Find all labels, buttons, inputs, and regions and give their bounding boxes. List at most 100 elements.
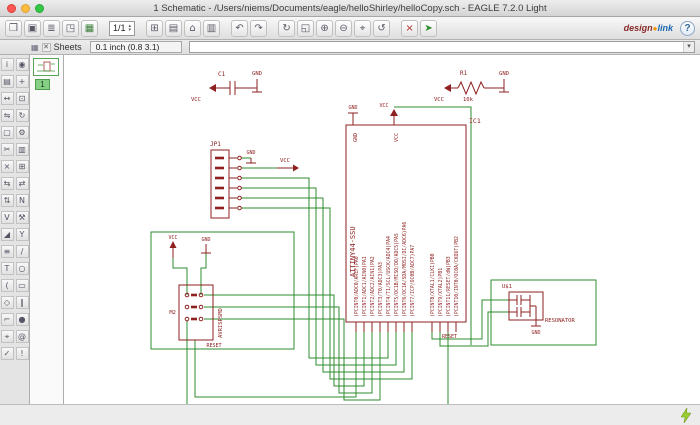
- invoke-icon[interactable]: ≡: [0, 245, 14, 258]
- zoom-button[interactable]: [35, 4, 44, 13]
- net-wire[interactable]: [204, 306, 373, 394]
- schematic-label[interactable]: (PCINT6/OC1A/SDA/MOSI/DI/ADC6)PA6: [402, 222, 408, 317]
- save-icon[interactable]: ▣: [24, 19, 41, 37]
- resonator-body[interactable]: [508, 291, 544, 321]
- schematic-label[interactable]: VCC: [379, 103, 388, 109]
- m2-ref[interactable]: M2: [169, 310, 176, 316]
- schematic-label[interactable]: 10k: [463, 97, 474, 103]
- redraw-icon[interactable]: ↻: [278, 19, 296, 37]
- ic1-ref[interactable]: IC1: [469, 117, 481, 125]
- delete-icon[interactable]: ×: [0, 160, 14, 173]
- component-resonator[interactable]: U$1 GND RESONATOR: [502, 284, 575, 336]
- symbol-shape[interactable]: [237, 195, 242, 201]
- miter-icon[interactable]: ◢: [0, 228, 14, 241]
- attribute-icon[interactable]: @: [15, 330, 29, 343]
- stop-icon[interactable]: ×: [401, 19, 419, 37]
- schematic-label[interactable]: GND: [531, 330, 540, 336]
- tab-sheets[interactable]: Sheets: [54, 42, 87, 52]
- schematic-label[interactable]: (PCINT5/OC1B/MISO/DO/ADC5)PA5: [394, 233, 400, 317]
- zoom-fit-icon[interactable]: ◱: [297, 19, 315, 37]
- close-button[interactable]: [7, 4, 16, 13]
- symbol-shape[interactable]: [237, 165, 242, 171]
- symbol-shape[interactable]: [237, 205, 242, 211]
- schematic-label[interactable]: (PCINT8/XTAL1/CLKI)PB0: [430, 253, 436, 317]
- m2-body[interactable]: [178, 284, 214, 341]
- rect-icon[interactable]: ▭: [15, 279, 29, 292]
- component-c1[interactable]: C1 VCC GND: [191, 71, 262, 103]
- symbol-shape[interactable]: [237, 185, 242, 191]
- net-wire[interactable]: [172, 258, 188, 295]
- net-wire[interactable]: [200, 253, 207, 295]
- res-ref[interactable]: U$1: [502, 284, 512, 290]
- sheet-selector-arrows[interactable]: ▴ ▾: [129, 24, 132, 33]
- command-dropdown-icon[interactable]: ▾: [683, 42, 694, 52]
- smash-icon[interactable]: ⚒: [15, 211, 29, 224]
- vcc-arrow-icon[interactable]: [293, 164, 299, 172]
- schematic-label[interactable]: (PCINT0/ADC0/AREF)PA0: [354, 256, 360, 317]
- zoom-last-icon[interactable]: ↺: [373, 19, 391, 37]
- wire-icon[interactable]: ∕: [15, 245, 29, 258]
- designlink-logo[interactable]: design●link: [624, 23, 673, 33]
- bus-icon[interactable]: ∥: [15, 296, 29, 309]
- schematic-label[interactable]: VCC: [434, 97, 444, 103]
- sheet-thumbnail[interactable]: [33, 58, 59, 76]
- cut-icon[interactable]: ✂: [0, 143, 14, 156]
- group-icon[interactable]: ▢: [0, 126, 14, 139]
- display-icon[interactable]: ▤: [0, 75, 14, 88]
- net-label-reset[interactable]: RESET: [442, 334, 457, 340]
- label-icon[interactable]: ⌖: [0, 330, 14, 343]
- vcc-arrow-icon[interactable]: [390, 109, 398, 116]
- mirror-icon[interactable]: ⇋: [0, 109, 14, 122]
- schematic-label[interactable]: (PCINT7/ICP/OC0B/ADC7)PA7: [410, 245, 416, 317]
- value-icon[interactable]: V: [0, 211, 14, 224]
- symbol-shape[interactable]: [457, 80, 485, 96]
- schematic-label[interactable]: GND: [348, 105, 357, 111]
- help-button[interactable]: ?: [680, 20, 695, 36]
- schematic-label[interactable]: (PCINT10/INT0/OC0A/CKOUT)PB2: [454, 236, 460, 317]
- split-icon[interactable]: Y: [15, 228, 29, 241]
- schematic-label[interactable]: (PCINT1/ADC1/AIN0)PA1: [362, 256, 368, 317]
- redo-icon[interactable]: ↷: [250, 19, 268, 37]
- run-script-icon[interactable]: ▥: [203, 19, 221, 37]
- pinswap-icon[interactable]: ⇆: [0, 177, 14, 190]
- schematic-label[interactable]: (PCINT2/ADC2/AIN1)PA2: [370, 256, 376, 317]
- schematic-label[interactable]: GND: [246, 150, 255, 156]
- schematic-label[interactable]: VCC: [168, 235, 177, 241]
- symbol-shape[interactable]: [198, 316, 204, 322]
- schematic-label[interactable]: GND: [252, 71, 262, 77]
- sheet-item-1[interactable]: 1: [35, 79, 50, 90]
- change-icon[interactable]: ⚙: [15, 126, 29, 139]
- net-wire[interactable]: [186, 321, 449, 404]
- component-m2[interactable]: VCC GND M2 AVRISPSMD RESET: [168, 235, 224, 349]
- schematic-label[interactable]: GND: [353, 133, 359, 142]
- layer-settings-icon[interactable]: ▤: [165, 19, 183, 37]
- print-icon[interactable]: ≣: [43, 19, 60, 37]
- polygon-icon[interactable]: ◇: [0, 296, 14, 309]
- schematic-label[interactable]: GND: [201, 237, 210, 243]
- add-icon[interactable]: ⊞: [15, 160, 29, 173]
- schematic-label[interactable]: VCC: [394, 133, 400, 142]
- arc-icon[interactable]: (: [0, 279, 14, 292]
- gateswap-icon[interactable]: ⇅: [0, 194, 14, 207]
- grid-icon[interactable]: ⊞: [146, 19, 164, 37]
- symbol-shape[interactable]: [184, 304, 190, 310]
- vcc-arrow-icon[interactable]: [209, 84, 216, 92]
- symbol-shape[interactable]: [198, 304, 204, 310]
- spin-down-icon[interactable]: ▾: [129, 28, 132, 33]
- text-icon[interactable]: T: [0, 262, 14, 275]
- schematic-label[interactable]: VCC: [280, 158, 290, 164]
- schematic-label[interactable]: (PCINT3/T0/ADC3)PA3: [378, 262, 384, 317]
- command-input[interactable]: [189, 42, 683, 52]
- errors-icon[interactable]: !: [15, 347, 29, 360]
- schematic-canvas[interactable]: C1 VCC GND R1 VCC 10k GND GND VCC JP1 GN…: [64, 55, 700, 404]
- zoom-out-icon[interactable]: ⊖: [335, 19, 353, 37]
- replace-icon[interactable]: ⇄: [15, 177, 29, 190]
- net-label-reset[interactable]: RESET: [206, 343, 221, 349]
- m2-part[interactable]: AVRISPSMD: [218, 308, 224, 338]
- cam-processor-icon[interactable]: ◳: [62, 19, 79, 37]
- sheet-selector[interactable]: 1/1 ▴ ▾: [109, 20, 136, 36]
- vcc-arrow-icon[interactable]: [444, 84, 451, 92]
- component-jp1[interactable]: GND VCC JP1: [210, 141, 299, 219]
- zoom-in-icon[interactable]: ⊕: [316, 19, 334, 37]
- copy-icon[interactable]: ⊡: [15, 92, 29, 105]
